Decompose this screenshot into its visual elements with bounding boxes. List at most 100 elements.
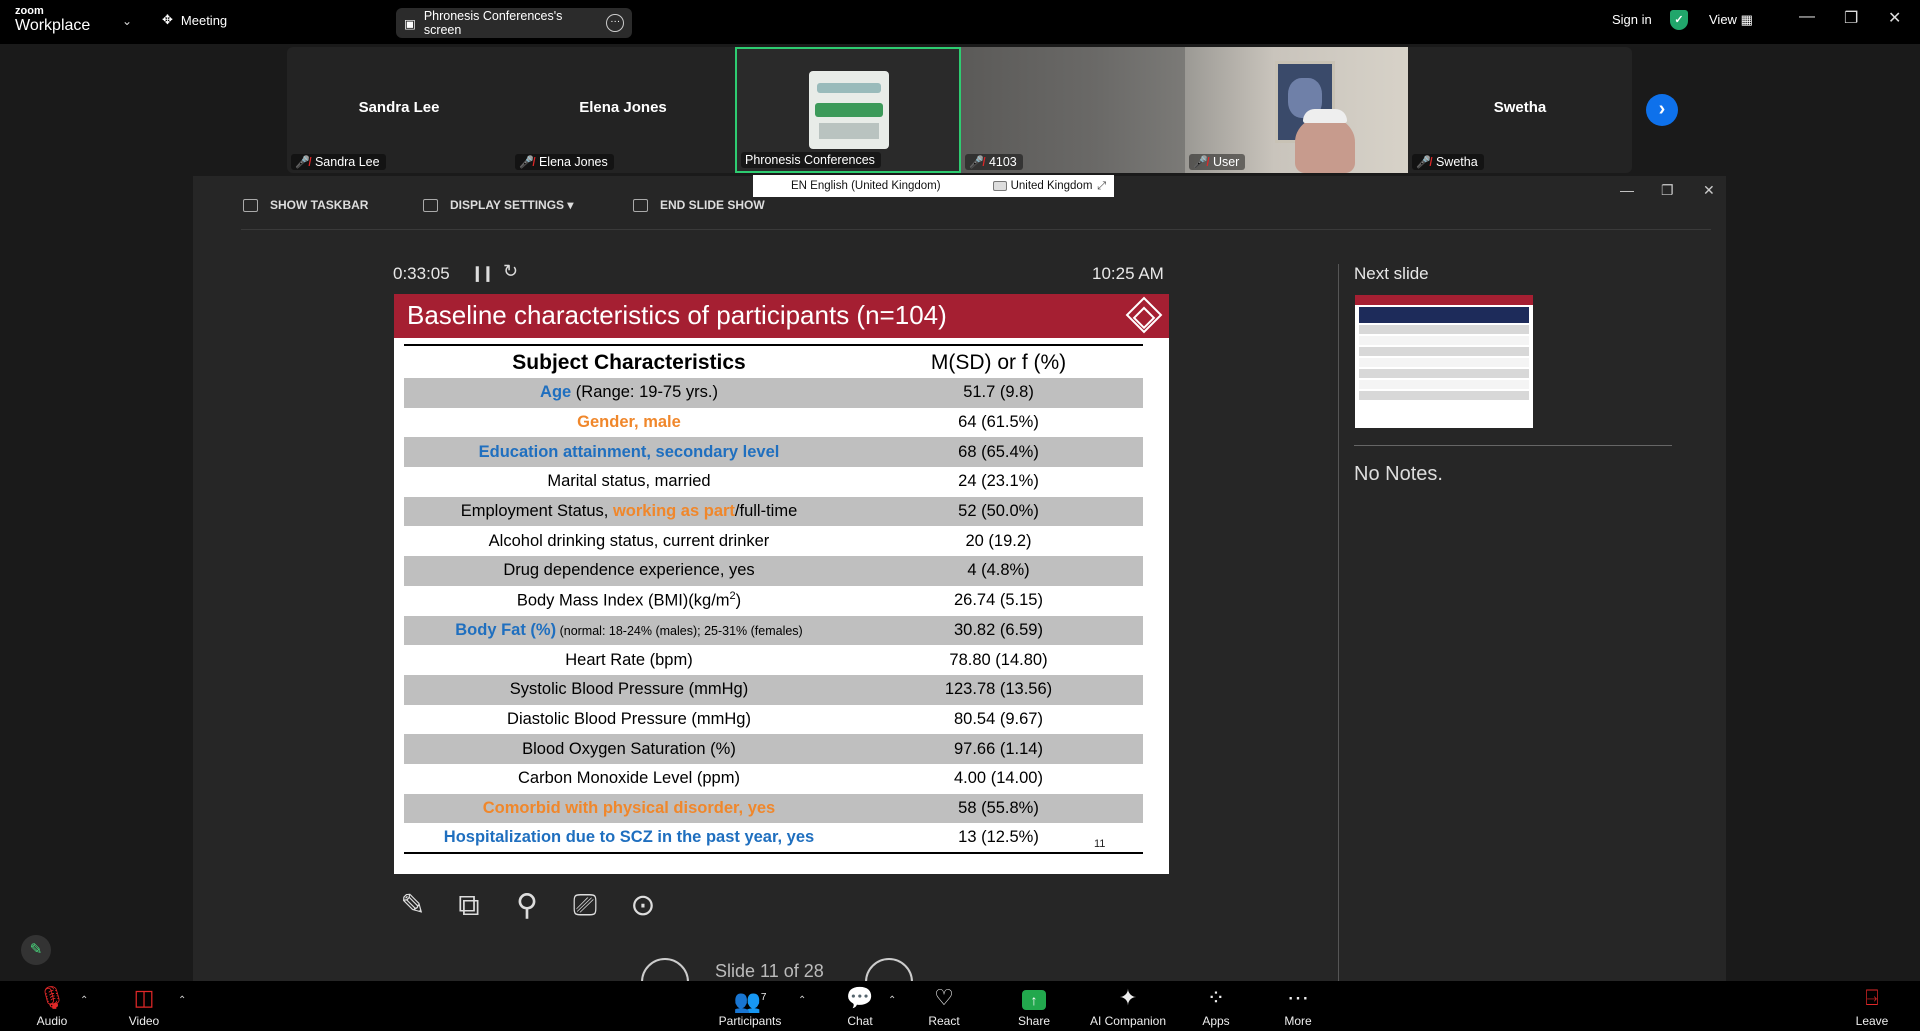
view-button[interactable]: View ▦: [1709, 12, 1753, 28]
row-label: Hospitalization due to SCZ in the past y…: [404, 823, 854, 854]
row-label: Body Mass Index (BMI)(kg/m2): [404, 586, 854, 616]
audio-button[interactable]: 🎙 Audio: [30, 981, 74, 1031]
apps-icon: ⁘: [1206, 985, 1226, 1010]
end-slide-show-button[interactable]: END SLIDE SHOW: [633, 198, 765, 212]
view-label: View: [1709, 12, 1737, 27]
row-value: 52 (50.0%): [854, 496, 1143, 527]
video-label: Video: [128, 1014, 160, 1028]
table-row: Carbon Monoxide Level (ppm) 4.00 (14.00): [404, 764, 1143, 794]
meeting-button[interactable]: ✥ Meeting: [162, 12, 227, 28]
sign-in-link[interactable]: Sign in: [1612, 12, 1652, 27]
close-icon[interactable]: ✕: [1888, 8, 1901, 28]
leave-button[interactable]: ⍈ Leave: [1852, 981, 1892, 1031]
participants-button[interactable]: 👥7 Participants: [715, 981, 785, 1031]
slide-title-bar: Baseline characteristics of participants…: [394, 294, 1169, 338]
restore-icon[interactable]: ❐: [1844, 8, 1858, 28]
chevron-up-icon[interactable]: ⌃: [888, 995, 896, 1006]
table-row: Drug dependence experience, yes 4 (4.8%): [404, 556, 1143, 586]
screen-share-label: Phronesis Conferences's screen: [423, 9, 563, 37]
apps-button[interactable]: ⁘ Apps: [1196, 981, 1236, 1031]
leave-label: Leave: [1855, 1014, 1889, 1028]
row-label: Systolic Blood Pressure (mmHg): [404, 674, 854, 705]
screen-share-pill[interactable]: ▣ Phronesis Conferences's screen ···: [396, 8, 632, 38]
minimize-icon[interactable]: —: [1799, 8, 1815, 26]
participant-tile[interactable]: Elena Jones 🎤̸ Elena Jones: [511, 47, 735, 173]
divider: [1354, 445, 1672, 446]
more-icon[interactable]: ···: [606, 14, 624, 32]
next-arrow-icon[interactable]: ›: [1646, 94, 1678, 126]
participant-name: Sandra Lee: [358, 99, 440, 116]
thumb-title-bar: [1355, 295, 1533, 305]
table-row: Gender, male 64 (61.5%): [404, 408, 1143, 438]
row-value: 78.80 (14.80): [949, 650, 1048, 669]
participants-count: 7: [760, 992, 767, 1003]
meeting-icon: ✥: [162, 12, 173, 27]
audio-label: Audio: [36, 1014, 68, 1028]
pen-icon[interactable]: ✎: [393, 886, 433, 926]
row-value: 26.74 (5.15): [954, 591, 1043, 610]
row-value: 97.66 (1.14): [854, 734, 1143, 764]
show-taskbar-button[interactable]: SHOW TASKBAR: [243, 198, 368, 212]
label-part: Alcohol drinking status, current drinker: [488, 531, 770, 550]
pause-icon[interactable]: ❙❙: [471, 264, 494, 282]
restore-icon[interactable]: ❐: [1661, 182, 1674, 199]
participant-tag: 🎤̸ Elena Jones: [515, 154, 614, 170]
chat-button[interactable]: 💬 Chat: [840, 981, 880, 1031]
close-icon[interactable]: ✕: [1703, 182, 1715, 199]
minimize-icon[interactable]: —: [1620, 182, 1634, 198]
participants-icon: 👥7: [733, 988, 767, 1014]
brand-small: zoom: [15, 5, 44, 17]
participant-name: Swetha: [1493, 99, 1547, 116]
ellipsis-icon[interactable]: ⊙: [623, 886, 663, 926]
row-value: 4.00 (14.00): [954, 769, 1043, 788]
participants-label: Participants: [718, 1014, 782, 1028]
share-icon: ↑: [1012, 981, 1056, 1011]
leave-icon: ⍈: [1865, 985, 1879, 1010]
row-label: Body Fat (%) (normal: 18-24% (males); 25…: [404, 615, 854, 646]
chevron-up-icon[interactable]: ⌃: [80, 995, 88, 1006]
table-row: Hospitalization due to SCZ in the past y…: [404, 823, 1143, 854]
next-slide-label: Next slide: [1354, 264, 1429, 283]
display-settings-label: DISPLAY SETTINGS ▾: [450, 198, 574, 212]
label-part: Marital status, married: [547, 472, 711, 491]
magnifier-icon[interactable]: ⚲: [507, 886, 547, 926]
participant-tile[interactable]: 🎤̸ 4103: [961, 47, 1185, 173]
chevron-up-icon[interactable]: ⌃: [798, 995, 806, 1006]
share-button[interactable]: ↑ Share: [1012, 981, 1056, 1031]
table-row: Education attainment, secondary level 68 …: [404, 437, 1143, 468]
react-button[interactable]: ♡ React: [924, 981, 964, 1031]
table-header-row: Subject Characteristics M(SD) or f (%): [404, 344, 1143, 378]
participant-tag: 🎤̸ Swetha: [1412, 154, 1484, 170]
more-button[interactable]: ⋯ More: [1278, 981, 1318, 1031]
ai-companion-button[interactable]: ✦ AI Companion: [1088, 981, 1168, 1031]
chevron-up-icon[interactable]: ⌃: [178, 995, 186, 1006]
participant-tile[interactable]: Sandra Lee 🎤̸ Sandra Lee: [287, 47, 511, 173]
participant-tag-label: Elena Jones: [538, 155, 608, 169]
resize-icon[interactable]: ⤢: [1097, 180, 1106, 193]
table-row: Marital status, married 24 (23.1%): [404, 467, 1143, 497]
row-value: 24 (23.1%): [958, 472, 1039, 491]
participant-tile[interactable]: 🎤̸ User: [1185, 47, 1408, 173]
more-label: More: [1284, 1014, 1312, 1028]
participant-tag-label: 4103: [988, 155, 1017, 169]
row-value: 20 (19.2): [965, 531, 1032, 550]
slides-grid-icon[interactable]: ⧉: [449, 886, 489, 926]
participant-tile-active[interactable]: Phronesis Conferences: [735, 47, 961, 173]
reset-timer-icon[interactable]: ↻: [503, 261, 518, 282]
annotate-pen-icon[interactable]: ✎: [21, 935, 51, 965]
chat-label: Chat: [847, 1014, 873, 1028]
participant-tile[interactable]: Swetha 🎤̸ Swetha: [1408, 47, 1632, 173]
label-part: Carbon Monoxide Level (ppm): [518, 769, 740, 788]
chevron-down-icon[interactable]: ⌄: [122, 14, 132, 28]
table-row: Body Fat (%) (normal: 18-24% (males); 25…: [404, 615, 1143, 646]
screen-icon[interactable]: ⎚: [565, 886, 605, 926]
next-slide-thumbnail[interactable]: [1355, 295, 1533, 428]
display-settings-button[interactable]: DISPLAY SETTINGS ▾: [423, 198, 573, 212]
video-button[interactable]: ◫ Video: [122, 981, 166, 1031]
participant-name: Elena Jones: [579, 99, 667, 116]
row-label: Drug dependence experience, yes: [404, 556, 854, 586]
presenter-view: — ❐ ✕ SHOW TASKBAR DISPLAY SETTINGS ▾ EN…: [193, 176, 1726, 1006]
language-bar[interactable]: EN English (United Kingdom) United Kingd…: [753, 175, 1114, 197]
shield-icon[interactable]: ✓: [1670, 10, 1688, 30]
country-label: United Kingdom: [1010, 180, 1093, 192]
